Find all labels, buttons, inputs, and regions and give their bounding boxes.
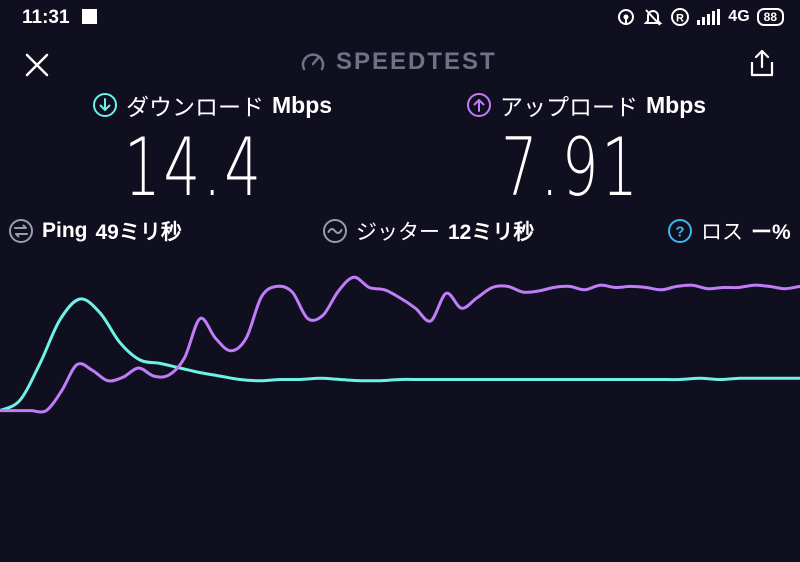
download-label-text: ダウンロード bbox=[126, 95, 264, 121]
close-icon bbox=[25, 53, 49, 77]
battery-indicator: 88 bbox=[756, 8, 784, 26]
upload-speed-value: 7.91 bbox=[501, 121, 641, 214]
notification-square-icon bbox=[82, 9, 97, 24]
ping-stat: Ping 49ミリ秒 bbox=[8, 216, 182, 246]
notifications-muted-icon bbox=[643, 7, 663, 27]
upload-arrow-icon bbox=[467, 93, 491, 117]
download-unit: Mbps bbox=[272, 91, 333, 118]
svg-text:R: R bbox=[676, 13, 684, 25]
upload-label-text: アップロード bbox=[500, 95, 638, 121]
speedometer-icon bbox=[301, 53, 325, 71]
help-icon: ? bbox=[668, 219, 692, 243]
status-icons: R 4G 88 bbox=[616, 6, 784, 28]
upload-label: アップロード Mbps bbox=[466, 88, 706, 122]
ping-icon bbox=[9, 219, 33, 243]
signal-icon bbox=[697, 9, 721, 25]
jitter-value: 12ミリ秒 bbox=[448, 221, 535, 244]
jitter-stat: ジッター 12ミリ秒 bbox=[322, 216, 534, 246]
share-icon bbox=[750, 49, 774, 77]
svg-text:?: ? bbox=[675, 224, 684, 241]
ping-label: Ping bbox=[42, 219, 88, 242]
download-speed-line bbox=[0, 297, 800, 413]
close-button[interactable] bbox=[22, 50, 52, 80]
download-speed-value: 14.4 bbox=[124, 121, 264, 214]
network-type: 4G bbox=[728, 8, 750, 25]
share-button[interactable] bbox=[745, 46, 779, 80]
loss-stat[interactable]: ? ロス ー% bbox=[667, 216, 791, 246]
app-title: SPEEDTEST bbox=[336, 48, 497, 75]
speed-graph bbox=[0, 275, 800, 414]
hotspot-icon bbox=[616, 7, 636, 27]
loss-value: ー% bbox=[751, 221, 791, 244]
upload-unit: Mbps bbox=[646, 91, 707, 118]
download-label: ダウンロード Mbps bbox=[92, 88, 332, 122]
roaming-icon: R bbox=[670, 7, 690, 27]
ping-value: 49ミリ秒 bbox=[95, 221, 182, 244]
jitter-label: ジッター bbox=[356, 220, 440, 244]
brand: SPEEDTEST bbox=[300, 48, 497, 76]
jitter-icon bbox=[323, 219, 347, 243]
loss-label: ロス bbox=[701, 220, 743, 244]
download-arrow-icon bbox=[93, 93, 117, 117]
status-time: 11:31 bbox=[22, 7, 70, 28]
